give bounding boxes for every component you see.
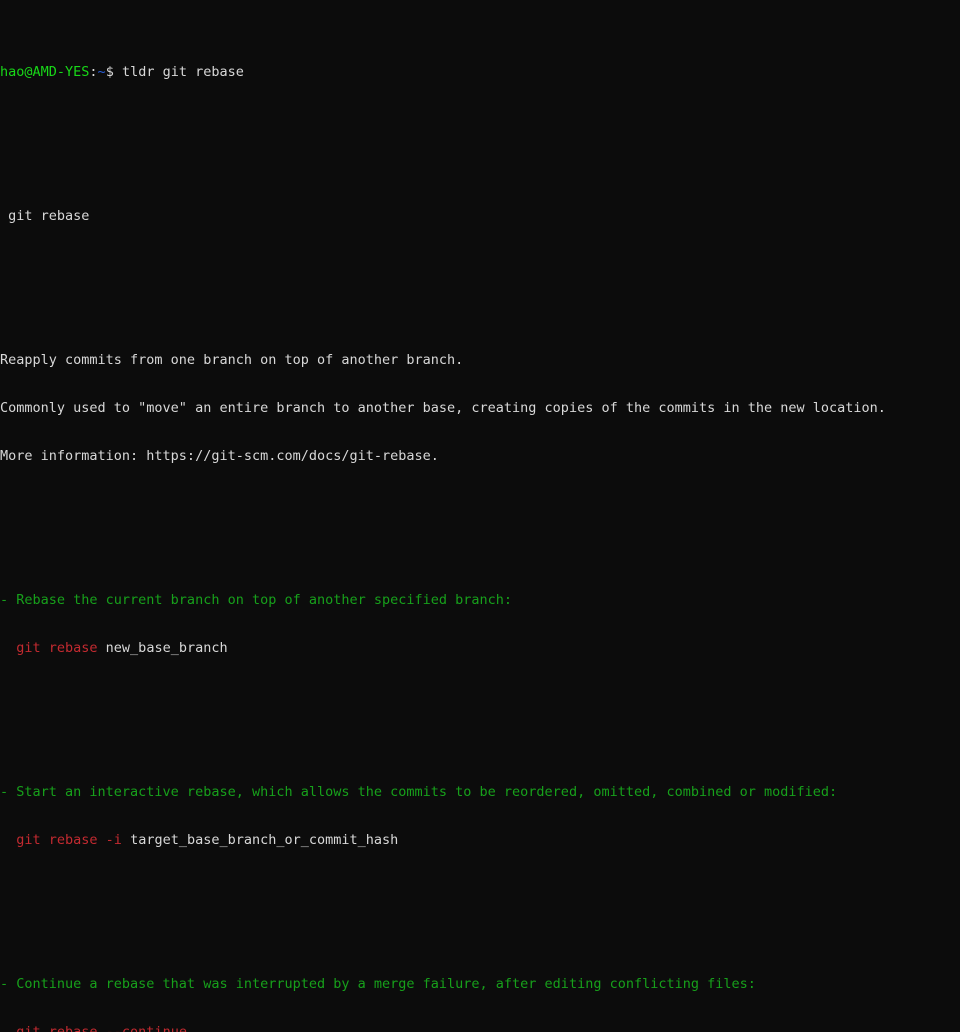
command-keyword: git rebase -i xyxy=(16,832,122,848)
prompt-line: hao@AMD-YES:~$ tldr git rebase xyxy=(0,64,960,80)
example-command: git rebase --continue xyxy=(0,1024,960,1032)
description-line: More information: https://git-scm.com/do… xyxy=(0,448,439,464)
command-indent xyxy=(0,832,16,848)
command-indent xyxy=(0,640,16,656)
prompt-sigil: $ xyxy=(105,64,114,80)
description-line: Reapply commits from one branch on top o… xyxy=(0,352,464,368)
prompt-colon: : xyxy=(89,64,98,80)
command-indent xyxy=(0,1024,16,1032)
prompt-command: tldr git rebase xyxy=(121,64,244,80)
command-argument: new_base_branch xyxy=(97,640,228,656)
description-line: Commonly used to "move" an entire branch… xyxy=(0,400,886,416)
prompt-path: ~ xyxy=(97,64,106,80)
command-keyword: git rebase xyxy=(16,640,98,656)
command-keyword: git rebase --continue xyxy=(16,1024,187,1032)
example-description: - Start an interactive rebase, which all… xyxy=(0,784,838,800)
example-description: - Rebase the current branch on top of an… xyxy=(0,592,513,608)
terminal-window: hao@AMD-YES:~$ tldr git rebase git rebas… xyxy=(0,0,960,1032)
example-command: git rebase new_base_branch xyxy=(0,640,960,656)
example-description: - Continue a rebase that was interrupted… xyxy=(0,976,756,992)
prompt-user-host: hao@AMD-YES xyxy=(0,64,90,80)
example-command: git rebase -i target_base_branch_or_comm… xyxy=(0,832,960,848)
command-argument: target_base_branch_or_commit_hash xyxy=(121,832,399,848)
page-title: git rebase xyxy=(0,208,90,224)
